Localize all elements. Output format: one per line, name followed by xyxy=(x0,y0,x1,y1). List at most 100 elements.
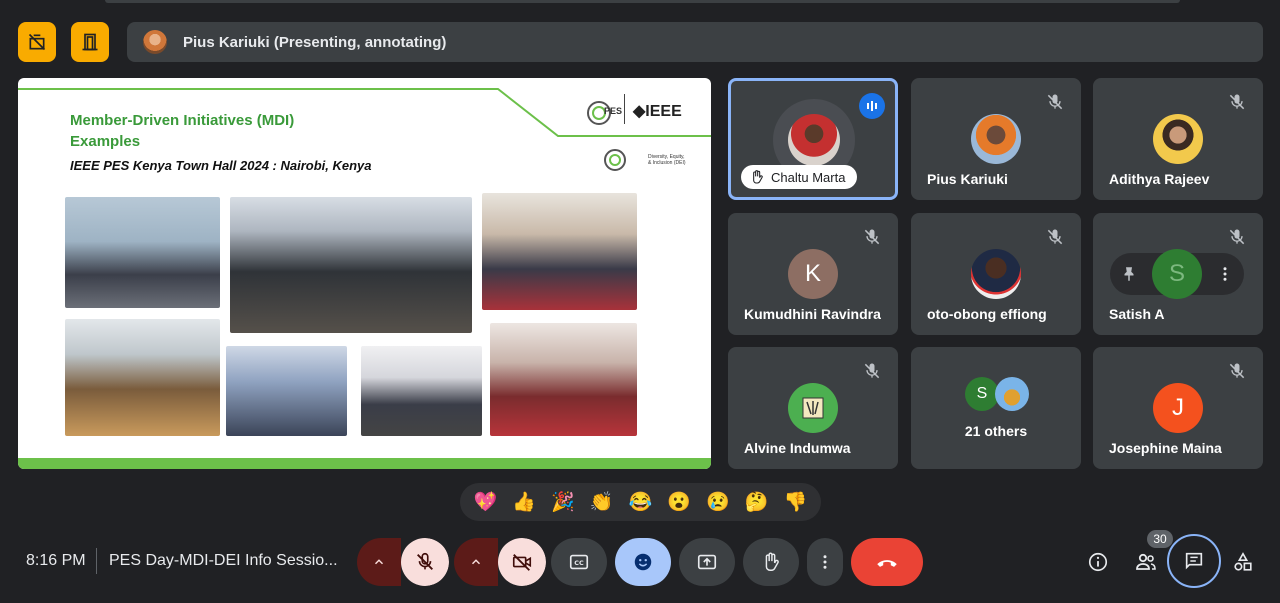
camera-toggle-button[interactable] xyxy=(498,538,546,586)
avatar xyxy=(971,114,1021,164)
chat-button[interactable] xyxy=(1167,534,1221,588)
reaction-thumbs-up[interactable]: 👍 xyxy=(507,485,541,519)
exit-presentation-button[interactable] xyxy=(71,22,109,62)
activities-button[interactable] xyxy=(1223,542,1263,582)
meeting-clock: 8:16 PM xyxy=(26,552,86,569)
avatar: S xyxy=(1152,249,1202,299)
microphone-toggle-button[interactable] xyxy=(401,538,449,586)
participant-tile[interactable]: J Josephine Maina xyxy=(1093,347,1263,469)
more-vert-icon[interactable] xyxy=(1216,265,1234,283)
presenter-label: Pius Kariuki (Presenting, annotating) xyxy=(183,33,447,51)
people-button[interactable] xyxy=(1126,542,1166,582)
participant-name: Adithya Rajeev xyxy=(1109,171,1210,187)
raise-hand-icon xyxy=(765,552,779,571)
reaction-party-popper[interactable]: 🎉 xyxy=(546,485,580,519)
annotation-off-icon xyxy=(28,33,46,51)
speaking-indicator xyxy=(859,93,885,119)
pin-icon[interactable] xyxy=(1120,265,1138,283)
audio-wave-icon xyxy=(867,101,877,111)
stop-annotation-button[interactable] xyxy=(18,22,56,62)
mic-off-icon xyxy=(1229,229,1245,245)
mic-off-icon xyxy=(1229,94,1245,110)
event-photo-5 xyxy=(226,346,347,436)
pes-logo: PES xyxy=(586,100,626,128)
audio-options-button[interactable] xyxy=(357,538,401,586)
tile-hover-controls: S xyxy=(1110,249,1244,299)
reaction-laughing[interactable]: 😂 xyxy=(623,485,657,519)
avatar: K xyxy=(788,249,838,299)
shared-slide: Member-Driven Initiatives (MDI) Examples… xyxy=(18,78,711,469)
avatar xyxy=(1153,114,1203,164)
participant-name: Pius Kariuki xyxy=(927,171,1008,187)
present-screen-button[interactable] xyxy=(679,538,735,586)
others-count-label: 21 others xyxy=(964,423,1028,439)
hang-up-icon xyxy=(877,560,897,567)
event-photo-6 xyxy=(361,346,482,436)
ieee-logo: ◆IEEE xyxy=(633,103,682,120)
camera-control-group xyxy=(454,538,546,586)
participant-tile[interactable]: Alvine Indumwa xyxy=(728,347,898,469)
avatar xyxy=(788,114,840,166)
camera-off-icon xyxy=(512,554,532,571)
leave-call-button[interactable] xyxy=(851,538,923,586)
closed-captions-icon: CC xyxy=(569,554,589,570)
event-photo-4 xyxy=(65,319,220,436)
present-to-all-icon xyxy=(697,554,717,570)
video-options-button[interactable] xyxy=(454,538,498,586)
reaction-thinking[interactable]: 🤔 xyxy=(740,485,774,519)
avatar xyxy=(971,249,1021,299)
event-photo-1 xyxy=(65,197,220,308)
chat-icon xyxy=(1185,552,1203,570)
participant-tile[interactable]: K Kumudhini Ravindra xyxy=(728,213,898,335)
slide-title-line1: Member-Driven Initiatives (MDI) xyxy=(70,112,295,129)
slide-footer-bar xyxy=(18,458,711,469)
event-photo-2 xyxy=(230,197,472,333)
pes-dei-logo-icon xyxy=(604,149,626,171)
raise-hand-button[interactable] xyxy=(743,538,799,586)
presenter-banner: Pius Kariuki (Presenting, annotating) xyxy=(127,22,1263,62)
svg-text:CC: CC xyxy=(574,559,584,567)
slide-title: Member-Driven Initiatives (MDI) Examples xyxy=(70,110,294,152)
footer-divider xyxy=(96,548,97,574)
participant-tile[interactable]: oto-obong effiong xyxy=(911,213,1081,335)
mic-control-group xyxy=(357,538,449,586)
raised-hand-chip: Chaltu Marta xyxy=(741,165,858,189)
slide-subtitle: IEEE PES Kenya Town Hall 2024 : Nairobi,… xyxy=(70,158,372,173)
reaction-clapping[interactable]: 👏 xyxy=(585,485,619,519)
reaction-crying[interactable]: 😢 xyxy=(701,485,735,519)
participant-name: Kumudhini Ravindra xyxy=(744,306,881,322)
participant-name: Satish A xyxy=(1109,306,1165,322)
avatar-illustration-icon xyxy=(802,397,824,419)
raised-hand-icon xyxy=(753,170,763,184)
people-icon xyxy=(1136,553,1156,570)
participant-tile[interactable]: S Satish A xyxy=(1093,213,1263,335)
mic-off-icon xyxy=(1047,229,1063,245)
reaction-thumbs-down[interactable]: 👎 xyxy=(779,485,813,519)
presenter-avatar xyxy=(143,30,167,54)
emoji-reactions-button[interactable] xyxy=(615,538,671,586)
smiley-icon xyxy=(634,553,652,571)
mic-off-icon xyxy=(864,363,880,379)
logo-divider xyxy=(624,94,625,124)
chevron-up-icon xyxy=(471,559,481,565)
mic-off-icon xyxy=(864,229,880,245)
others-tile[interactable]: S 21 others xyxy=(911,347,1081,469)
reaction-sparkling-heart[interactable]: 💖 xyxy=(468,485,502,519)
more-options-button[interactable] xyxy=(807,538,843,586)
slide-title-line2: Examples xyxy=(70,133,141,150)
reaction-surprised[interactable]: 😮 xyxy=(662,485,696,519)
participant-tile[interactable]: Adithya Rajeev xyxy=(1093,78,1263,200)
participant-name: Josephine Maina xyxy=(1109,440,1222,456)
more-vert-icon xyxy=(823,555,827,569)
event-photo-7 xyxy=(490,323,637,436)
captions-button[interactable]: CC xyxy=(551,538,607,586)
meeting-details-button[interactable] xyxy=(1078,542,1118,582)
participant-name: Alvine Indumwa xyxy=(744,440,851,456)
avatar xyxy=(788,383,838,433)
mic-off-icon xyxy=(417,552,433,570)
participant-tile[interactable]: Pius Kariuki xyxy=(911,78,1081,200)
participant-tile[interactable]: Chaltu Marta xyxy=(728,78,898,200)
avatar xyxy=(995,377,1029,411)
mic-off-icon xyxy=(1047,94,1063,110)
info-icon xyxy=(1088,552,1108,572)
